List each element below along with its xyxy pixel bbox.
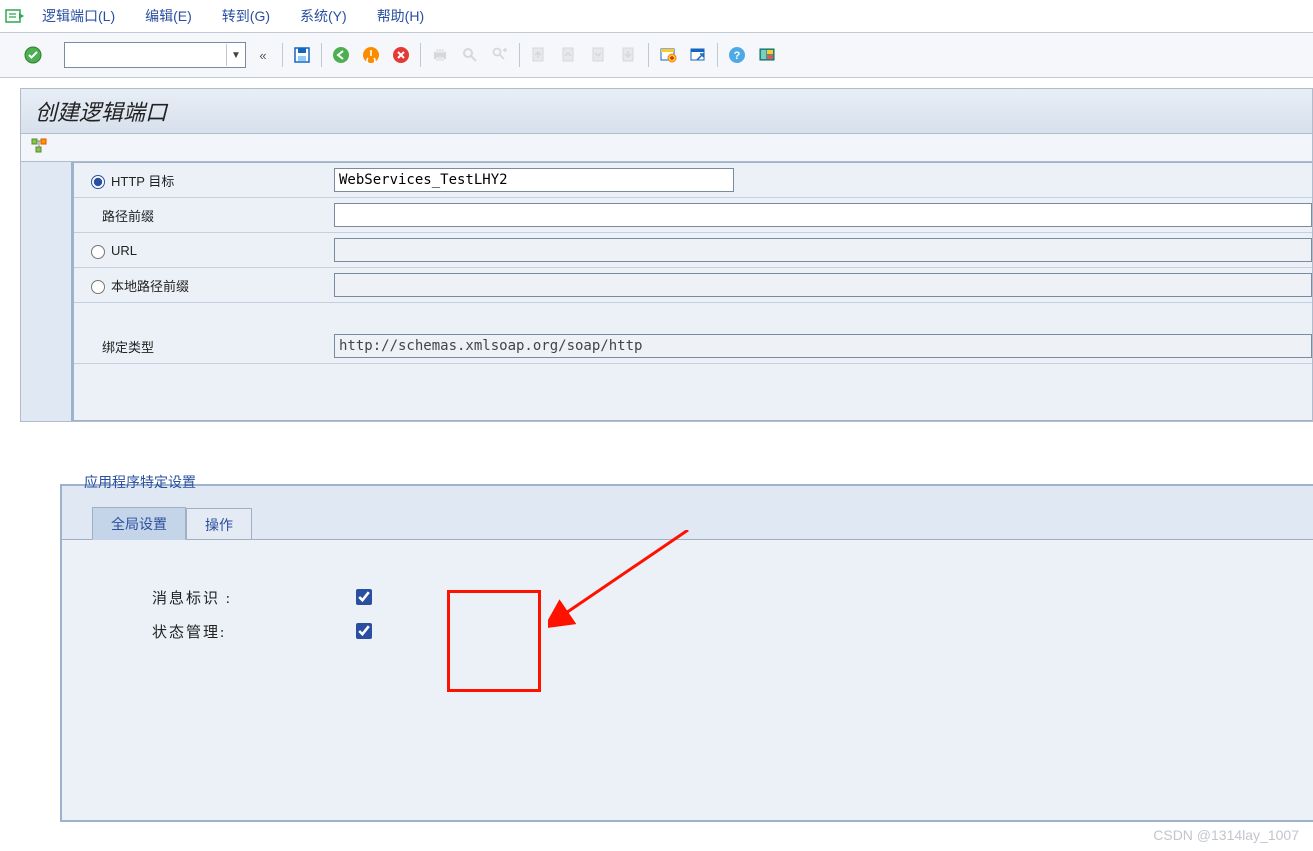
input-path-prefix[interactable] — [334, 203, 1312, 227]
ok-icon[interactable] — [20, 42, 46, 68]
label-binding-type: 绑定类型 — [102, 337, 154, 356]
tab-body-global: 消息标识 : 状态管理: — [62, 539, 1313, 820]
next-page-icon — [586, 42, 612, 68]
back-icon[interactable] — [328, 42, 354, 68]
app-specific-settings-group: 应用程序特定设置 全局设置 操作 消息标识 : 状态管理: — [60, 472, 1313, 822]
shortcut-icon[interactable] — [685, 42, 711, 68]
radio-local-path-prefix[interactable] — [91, 280, 105, 294]
menu-system[interactable]: 系统(Y) — [300, 6, 347, 26]
first-page-icon — [526, 42, 552, 68]
menu-bar: 逻辑端口(L) 编辑(E) 转到(G) 系统(Y) 帮助(H) — [0, 0, 1313, 33]
tree-icon[interactable] — [31, 138, 49, 157]
cancel-icon[interactable] — [388, 42, 414, 68]
page-title: 创建逻辑端口 — [21, 89, 1312, 134]
tab-global-settings[interactable]: 全局设置 — [92, 507, 186, 540]
label-http-target: HTTP 目标 — [111, 171, 174, 190]
checkbox-message-id[interactable] — [356, 589, 372, 605]
menu-help[interactable]: 帮助(H) — [377, 6, 424, 26]
input-binding-type — [334, 334, 1312, 358]
watermark: CSDN @1314lay_1007 — [1153, 827, 1299, 843]
group-title: 应用程序特定设置 — [78, 472, 202, 492]
save-icon[interactable] — [289, 42, 315, 68]
label-url: URL — [111, 243, 137, 258]
input-http-target[interactable] — [334, 168, 734, 192]
menu-logical-port[interactable]: 逻辑端口(L) — [42, 6, 115, 26]
command-field-icon[interactable] — [4, 6, 26, 26]
call-parameters-panel: HTTP 目标 路径前缀 URL — [73, 162, 1312, 421]
exit-icon[interactable] — [358, 42, 384, 68]
menu-goto[interactable]: 转到(G) — [222, 6, 270, 26]
content-area: HTTP 目标 路径前缀 URL — [20, 162, 1313, 422]
print-icon — [427, 42, 453, 68]
prev-page-icon — [556, 42, 582, 68]
history-back-icon[interactable]: « — [250, 42, 276, 68]
last-page-icon — [616, 42, 642, 68]
svg-text:?: ? — [734, 50, 741, 62]
application-toolbar — [21, 134, 1312, 162]
help-icon[interactable]: ? — [724, 42, 750, 68]
tabstrip: 全局设置 操作 — [92, 507, 1313, 540]
standard-toolbar: ▼ « ? — [0, 33, 1313, 78]
label-state-management: 状态管理: — [152, 621, 352, 642]
find-icon — [457, 42, 483, 68]
tab-operations[interactable]: 操作 — [186, 508, 252, 540]
command-field[interactable]: ▼ — [64, 42, 246, 68]
title-area: 创建逻辑端口 — [20, 88, 1313, 162]
checkbox-state-management[interactable] — [356, 623, 372, 639]
label-local-path-prefix: 本地路径前缀 — [111, 276, 189, 295]
label-path-prefix: 路径前缀 — [102, 206, 154, 225]
layout-icon[interactable] — [754, 42, 780, 68]
menu-edit[interactable]: 编辑(E) — [145, 6, 192, 26]
find-next-icon — [487, 42, 513, 68]
input-local-path-prefix[interactable] — [334, 273, 1312, 297]
radio-http-target[interactable] — [91, 175, 105, 189]
label-message-id: 消息标识 : — [152, 587, 352, 608]
radio-url[interactable] — [91, 245, 105, 259]
input-url[interactable] — [334, 238, 1312, 262]
create-session-icon[interactable] — [655, 42, 681, 68]
dropdown-arrow-icon[interactable]: ▼ — [226, 44, 245, 66]
